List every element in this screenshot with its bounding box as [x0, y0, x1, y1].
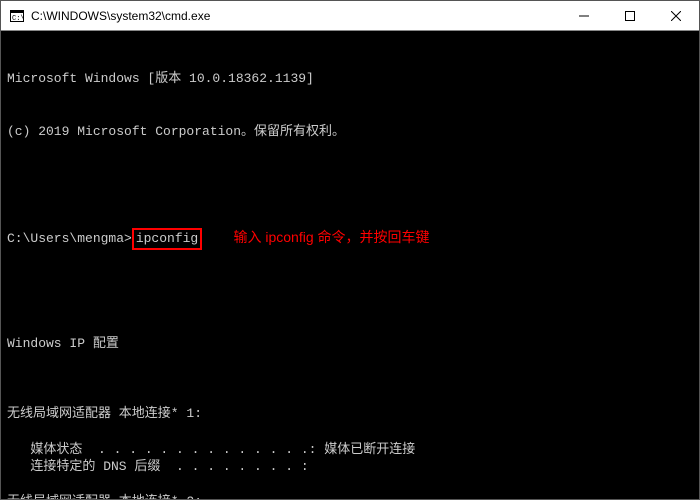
- command-highlight-box: ipconfig: [132, 228, 202, 250]
- titlebar[interactable]: C:\ C:\WINDOWS\system32\cmd.exe: [1, 1, 699, 31]
- ipconfig-title: Windows IP 配置: [7, 335, 693, 353]
- adapter-title: 无线局域网适配器 本地连接* 1:: [7, 405, 693, 423]
- cmd-window: C:\ C:\WINDOWS\system32\cmd.exe Microsof…: [0, 0, 700, 500]
- command-annotation: 输入 ipconfig 命令，并按回车键: [233, 229, 429, 245]
- window-title: C:\WINDOWS\system32\cmd.exe: [31, 9, 561, 23]
- window-controls: [561, 1, 699, 30]
- minimize-button[interactable]: [561, 1, 607, 30]
- copyright-line: (c) 2019 Microsoft Corporation。保留所有权利。: [7, 123, 693, 141]
- svg-text:C:\: C:\: [12, 15, 24, 22]
- close-button[interactable]: [653, 1, 699, 30]
- maximize-button[interactable]: [607, 1, 653, 30]
- terminal-output[interactable]: Microsoft Windows [版本 10.0.18362.1139] (…: [1, 31, 699, 499]
- cmd-icon: C:\: [9, 8, 25, 24]
- prompt-path: C:\Users\mengma>: [7, 231, 132, 246]
- command-line: C:\Users\mengma> ipconfig 输入 ipconfig 命令，…: [7, 228, 693, 248]
- config-row: 媒体状态 . . . . . . . . . . . . . .: 媒体已断开连…: [7, 441, 693, 459]
- command-text: ipconfig: [136, 231, 198, 246]
- config-row: 连接特定的 DNS 后缀 . . . . . . . . :: [7, 458, 693, 476]
- adapter-title: 无线局域网适配器 本地连接* 2:: [7, 493, 693, 499]
- version-line: Microsoft Windows [版本 10.0.18362.1139]: [7, 70, 693, 88]
